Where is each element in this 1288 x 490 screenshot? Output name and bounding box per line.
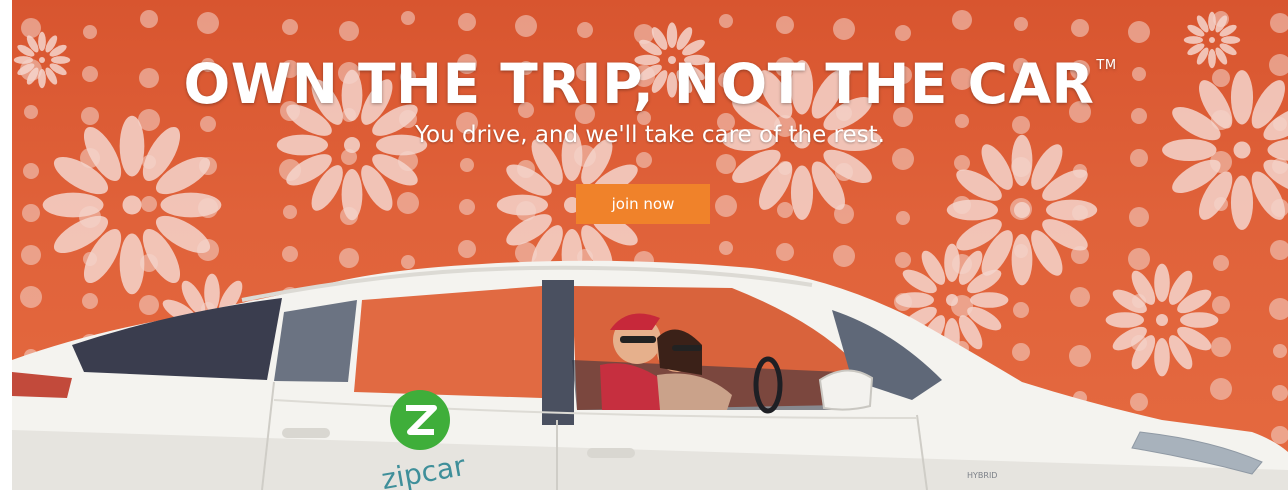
rear-quarter-window — [274, 300, 357, 382]
rear-window — [72, 298, 282, 380]
car-photo: zipcar HYBRID — [12, 260, 1288, 490]
hero-banner: OWN THE TRIP, NOT THE CAR TM You drive, a… — [12, 0, 1288, 490]
side-mirror — [818, 369, 874, 411]
hybrid-badge: HYBRID — [967, 471, 997, 480]
rear-door-window — [354, 286, 542, 398]
zipcar-logo — [390, 390, 450, 450]
